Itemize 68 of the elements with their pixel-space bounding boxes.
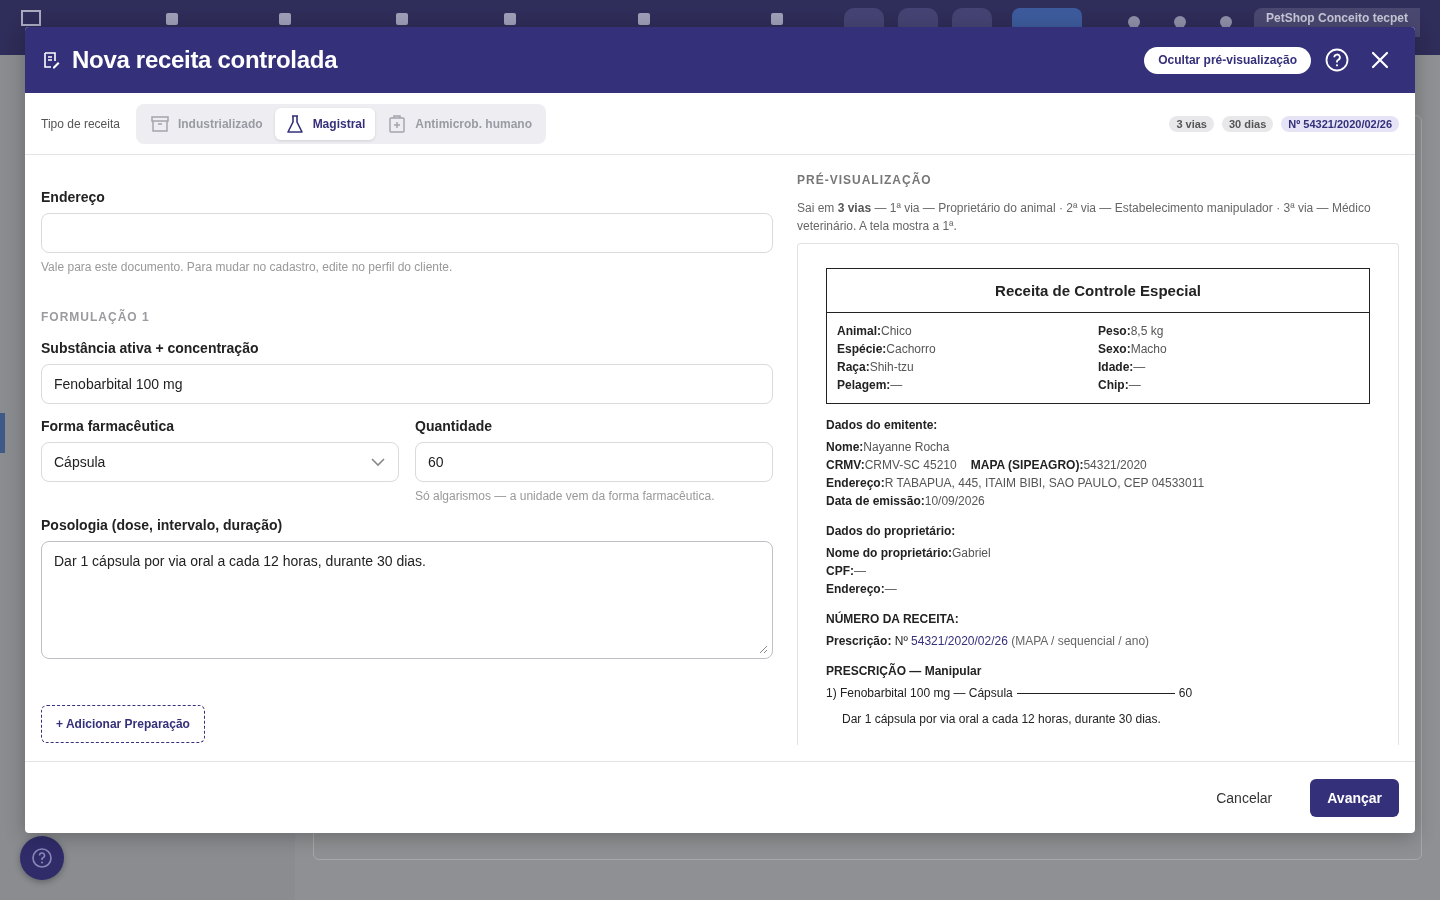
nav-icon[interactable] (637, 12, 652, 26)
field-value: Idade:— (1098, 359, 1147, 376)
nav-icon[interactable] (165, 12, 180, 26)
help-icon (31, 847, 53, 869)
field-value: Nome do proprietário:Gabriel (826, 545, 991, 562)
helper-text: Só algarismos — a unidade vem da forma farmacêutica. (415, 489, 716, 503)
field-label: Substância ativa + concentração (41, 340, 260, 356)
field-value: Peso:8,5 kg (1098, 323, 1165, 340)
field-value: Sexo:Macho (1098, 341, 1168, 358)
field-label: Endereço (41, 189, 106, 205)
badge: 30 dias (1221, 115, 1274, 132)
field-label: Posologia (dose, intervalo, duração) (41, 517, 284, 533)
text-area[interactable]: Dar 1 cápsula por via oral a cada 12 horas, durante 30 dias. (41, 541, 773, 659)
prescription-number: Prescrição: Nº 54321/2020/02/26 (MAPA / sequencial / ano) (826, 633, 1151, 650)
field-value: Espécie:Cachorro (837, 341, 937, 358)
next-button[interactable]: Avançar (1310, 778, 1399, 817)
field-value: Nome:Nayanne Rocha (826, 439, 950, 456)
badge: Nº 54321/2020/02/26 (1281, 115, 1399, 132)
input-field[interactable]: 60 (415, 442, 773, 482)
field-value: CPF:— (826, 563, 866, 580)
nav-icon[interactable] (278, 12, 293, 26)
cancel-button[interactable]: Cancelar (1202, 781, 1287, 814)
add-preparation-button[interactable]: + Adicionar Preparação (41, 705, 205, 743)
preview-note: Sai em 3 vias — 1ª via — Proprietário do animal · 2ª via — Estabelecimento manipulador · 3ª via — Médico veterinário. A tela mostra a 1ª. (797, 200, 1372, 235)
document-title: Receita de Controle Especial (827, 269, 1369, 313)
field-value: Data de emissão:10/09/2026 (826, 493, 985, 510)
type-tab[interactable]: Magistral (274, 107, 376, 140)
input-field[interactable]: Fenobarbital 100 mg (41, 364, 773, 404)
nav-icon[interactable] (395, 12, 410, 26)
section-heading: PRESCRIÇÃO — Manipular (826, 662, 983, 680)
nav-icon[interactable] (503, 12, 518, 26)
resize-grip-icon (759, 645, 768, 654)
posology-text: Dar 1 cápsula por via oral a cada 12 horas, durante 30 dias. (841, 711, 1162, 728)
quantity-text: 60 (1178, 685, 1193, 702)
chevron-down-icon (370, 457, 386, 467)
close-icon[interactable] (1371, 51, 1389, 69)
flask-icon (284, 113, 305, 134)
field-label: Forma farmacêutica (41, 418, 176, 434)
medkit-icon (387, 113, 408, 134)
field-label: Tipo de receita (41, 116, 120, 131)
input-field[interactable] (41, 213, 773, 253)
logo-icon (20, 8, 42, 28)
section-heading: NÚMERO DA RECEITA: (826, 610, 960, 628)
nav-icon[interactable] (770, 12, 785, 26)
dropdown-value: Cápsula (54, 454, 106, 470)
document-icon (42, 51, 60, 69)
section-heading: Dados do emitente: (826, 417, 939, 434)
section-heading: PRÉ-VISUALIZAÇÃO (797, 173, 933, 187)
field-value: Animal:Chico (837, 323, 913, 340)
field-value: Chip:— (1098, 377, 1142, 394)
field-value: Endereço:R TABAPUA, 445, ITAIM BIBI, SAO PAULO, CEP 04533011 (826, 475, 1205, 492)
field-label: Quantidade (415, 418, 493, 434)
dropdown[interactable]: Cápsula (41, 442, 399, 482)
field-value: Endereço:— (826, 581, 897, 598)
preview-toggle-button[interactable]: Ocultar pré-visualização (1144, 46, 1311, 74)
helper-text: Vale para este documento. Para mudar no cadastro, edite no perfil do cliente. (41, 260, 454, 274)
prescription-item: 1) Fenobarbital 100 mg — Cápsula (826, 685, 1013, 702)
help-icon[interactable] (1325, 48, 1349, 72)
box-icon (149, 113, 170, 134)
field-value: CRMV:CRMV-SC 45210 (826, 457, 957, 474)
field-value: Raça:Shih-tzu (837, 359, 915, 376)
section-heading: Dados do proprietário: (826, 523, 957, 540)
field-value: Pelagem:— (837, 377, 904, 394)
dialog-title: Nova receita controlada (72, 46, 339, 74)
field-value: MAPA (SIPEAGRO):54321/2020 (970, 457, 1147, 474)
badge: 3 vias (1169, 115, 1214, 132)
section-heading: FORMULAÇÃO 1 (41, 310, 151, 324)
active-marker (0, 413, 5, 453)
